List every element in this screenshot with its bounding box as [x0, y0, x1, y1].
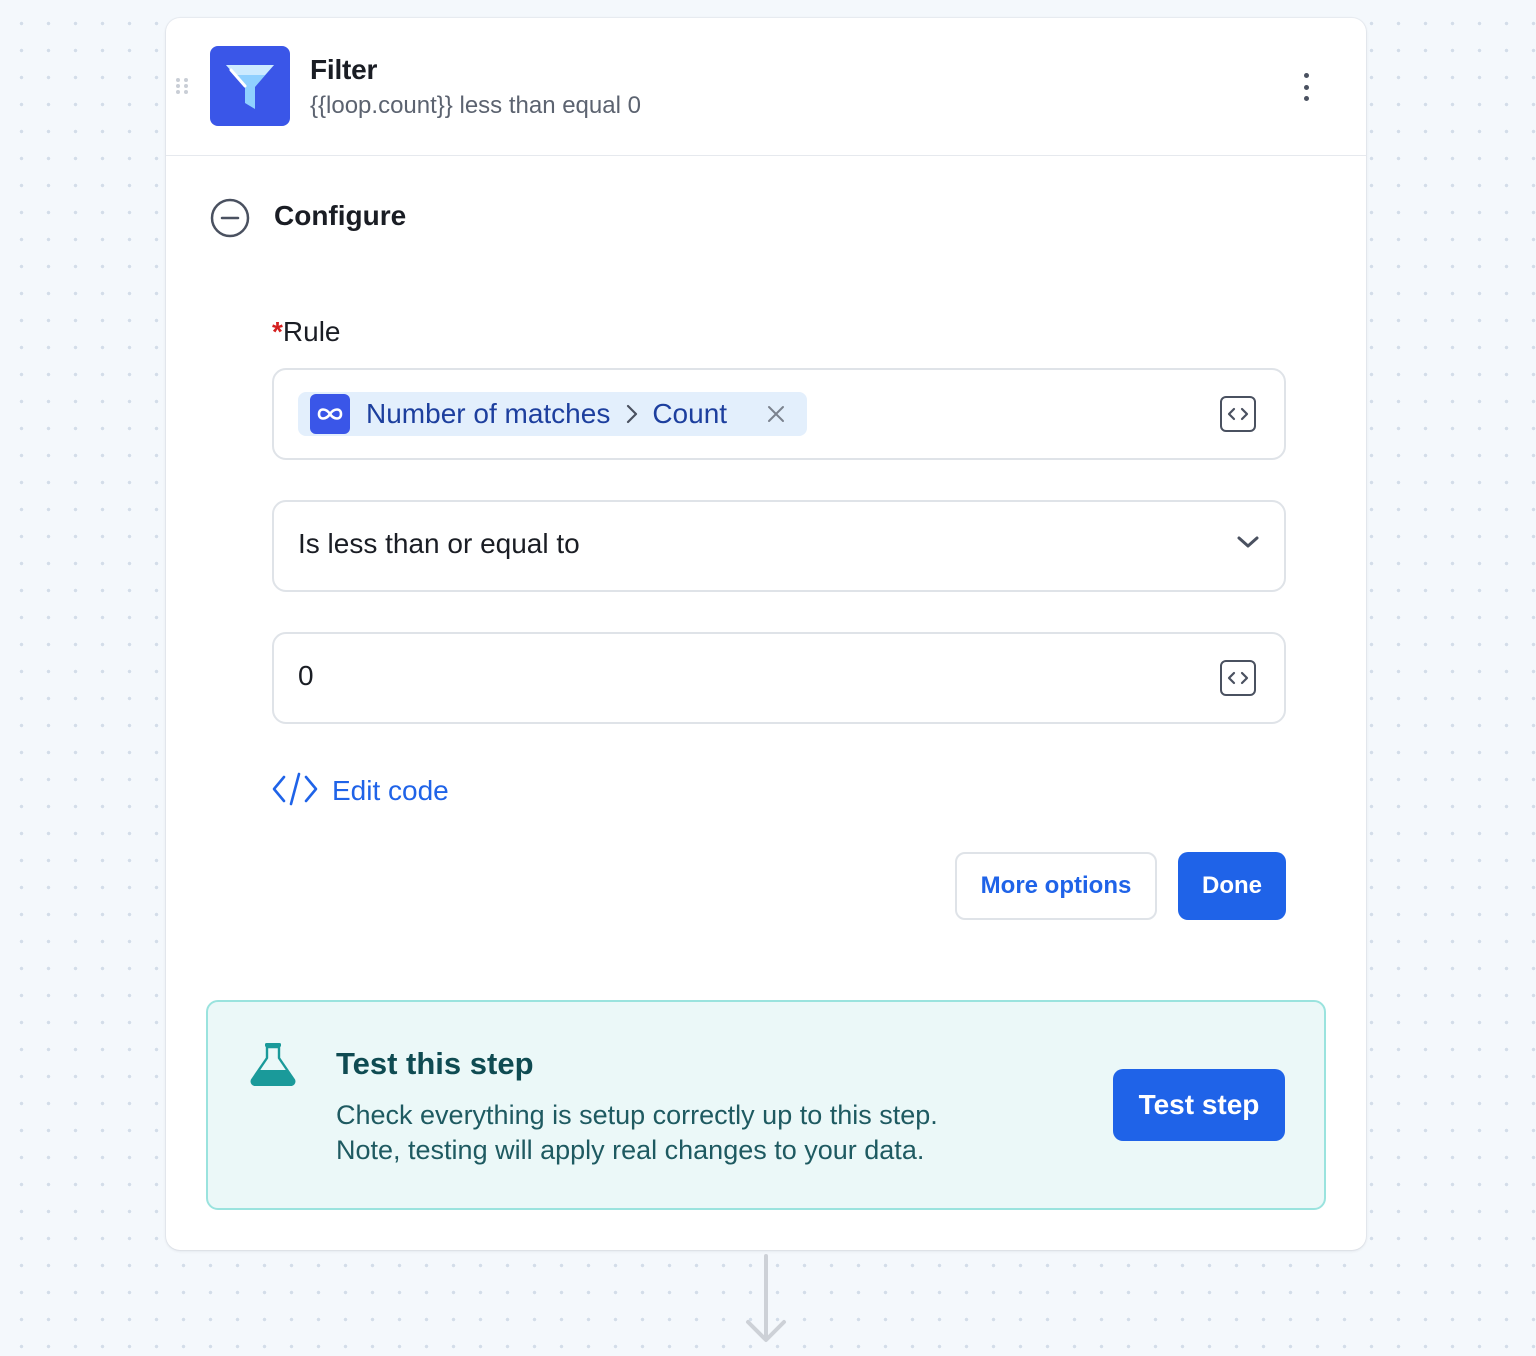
field-pill[interactable]: Number of matches Count [298, 392, 808, 436]
edit-code-label: Edit code [332, 775, 449, 806]
filter-funnel-icon [210, 46, 290, 126]
value-input[interactable]: 0 [272, 632, 1286, 724]
value-input-text: 0 [298, 660, 314, 691]
arrow-down-icon [744, 1254, 788, 1351]
code-mode-icon[interactable] [1220, 396, 1256, 432]
edit-code-link[interactable]: Edit code [272, 770, 449, 812]
test-panel-description-line: Note, testing will apply real changes to… [336, 1135, 925, 1165]
chevron-down-icon [1236, 534, 1260, 555]
more-options-button[interactable]: More options [955, 852, 1157, 920]
pill-child-label: Count [652, 398, 728, 429]
drag-handle-icon[interactable] [176, 78, 190, 96]
remove-pill-close-icon[interactable] [767, 405, 785, 423]
loop-infinity-icon [310, 394, 350, 434]
code-brackets-icon [272, 771, 318, 812]
done-button[interactable]: Done [1178, 852, 1286, 920]
test-panel-description: Check everything is setup correctly up t… [336, 1098, 938, 1168]
required-marker: * [272, 316, 283, 347]
collapse-minus-icon[interactable] [210, 198, 250, 238]
operator-select[interactable]: Is less than or equal to [272, 500, 1286, 592]
flask-icon [248, 1042, 298, 1091]
step-subtitle: {{loop.count}} less than equal 0 [310, 92, 641, 119]
code-mode-icon[interactable] [1220, 660, 1256, 696]
operator-selected-value: Is less than or equal to [298, 528, 580, 559]
chevron-right-icon [626, 404, 638, 424]
filter-step-card: Filter {{loop.count}} less than equal 0 … [166, 18, 1366, 1250]
rule-label-text: Rule [282, 316, 341, 347]
pill-parent-label: Number of matches [366, 398, 611, 429]
test-panel-title: Test this step [336, 1046, 534, 1081]
step-header[interactable]: Filter {{loop.count}} less than equal 0 [166, 18, 1366, 156]
more-menu-icon[interactable] [1294, 70, 1318, 104]
rule-label: *Rule [272, 316, 341, 348]
test-step-panel: Test this step Check everything is setup… [206, 1000, 1326, 1210]
step-title: Filter [310, 54, 378, 85]
test-panel-description-line: Check everything is setup correctly up t… [336, 1100, 938, 1130]
test-step-button[interactable]: Test step [1113, 1069, 1285, 1141]
section-title-configure: Configure [274, 200, 407, 231]
rule-field-input[interactable]: Number of matches Count [272, 368, 1286, 460]
